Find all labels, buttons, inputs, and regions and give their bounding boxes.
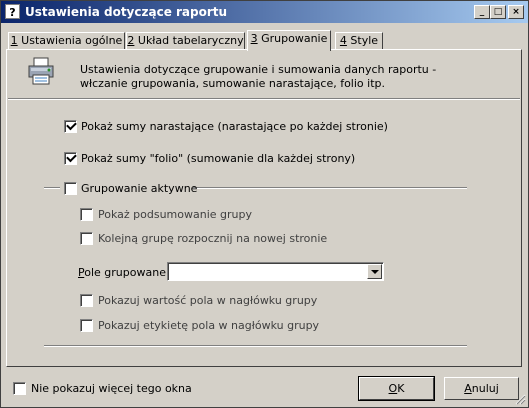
group-field-label: Pole grupowane:	[78, 266, 170, 279]
new-page-group-label: Kolejną grupę rozpocznij na nowej stroni…	[98, 232, 328, 245]
tab-general[interactable]: 1 Ustawienia ogólne	[8, 32, 125, 50]
maximize-button[interactable]: □	[490, 5, 506, 19]
group-field-dropdown-button[interactable]	[367, 264, 382, 279]
cancel-label: nuluj	[471, 382, 499, 395]
report-settings-dialog: ? Ustawienia dotyczące raportu _ □ × 1 U…	[0, 0, 529, 408]
folio-totals-label: Pokaż sumy "folio" (sumowanie dla każdej…	[81, 152, 356, 165]
tab-style-key: 4	[339, 34, 347, 47]
printer-icon	[28, 57, 54, 85]
tab-table-layout[interactable]: 2 Układ tabelaryczny	[126, 32, 245, 50]
grouping-frame-right	[193, 187, 467, 189]
tab-grouping-label: Grupowanie	[257, 32, 328, 45]
cancel-button[interactable]: Anuluj	[444, 377, 519, 400]
group-field-label-text: ole grupowane:	[84, 266, 170, 279]
tab-general-label: Ustawienia ogólne	[17, 34, 123, 47]
grouping-frame-bottom	[44, 345, 467, 347]
running-totals-label: Pokaż sumy narastające (narastające po k…	[81, 120, 388, 133]
field-value-header-label: Pokazuj wartość pola w nagłówku grupy	[98, 294, 318, 307]
tab-table-layout-label: Układ tabelaryczny	[134, 34, 244, 47]
group-summary-label: Pokaż podsumowanie grupy	[98, 208, 252, 221]
tab-grouping[interactable]: 3 Grupowanie	[247, 30, 331, 51]
field-value-header-checkbox[interactable]	[80, 294, 93, 307]
minimize-button[interactable]: _	[474, 5, 490, 19]
help-icon: ?	[5, 4, 20, 19]
dont-show-again-label: Nie pokazuj więcej tego okna	[31, 382, 192, 395]
group-field-select[interactable]	[167, 262, 384, 281]
chevron-down-icon	[371, 270, 379, 274]
grouping-frame-left	[44, 187, 60, 189]
ok-key: O	[388, 382, 398, 395]
tab-style-label: Style	[346, 34, 379, 47]
grouping-active-checkbox[interactable]	[64, 182, 77, 195]
header-divider	[8, 98, 520, 100]
ok-button[interactable]: OK	[358, 376, 435, 401]
running-totals-checkbox[interactable]	[64, 119, 77, 133]
window-title: Ustawienia dotyczące raportu	[25, 5, 228, 19]
header-description: Ustawienia dotyczące grupowanie i sumowa…	[80, 63, 437, 90]
folio-totals-checkbox[interactable]	[64, 151, 77, 165]
header-area: Ustawienia dotyczące grupowanie i sumowa…	[8, 52, 520, 98]
field-label-header-checkbox[interactable]	[80, 319, 93, 332]
field-label-header-label: Pokazuj etykietę pola w nagłówku grupy	[98, 319, 320, 332]
resize-grip-icon[interactable]	[514, 393, 526, 405]
dont-show-again-checkbox[interactable]	[13, 382, 26, 395]
ok-label: K	[397, 382, 405, 395]
cancel-key: A	[464, 382, 472, 395]
group-summary-checkbox[interactable]	[80, 208, 93, 221]
title-bar[interactable]: ? Ustawienia dotyczące raportu _ □ ×	[1, 1, 528, 23]
tab-grouping-key: 3	[250, 32, 258, 45]
tab-style[interactable]: 4 Style	[335, 32, 383, 50]
tab-general-key: 1	[10, 34, 18, 47]
grouping-active-label: Grupowanie aktywne	[81, 182, 198, 195]
new-page-group-checkbox[interactable]	[80, 232, 93, 245]
close-button[interactable]: ×	[508, 5, 524, 19]
